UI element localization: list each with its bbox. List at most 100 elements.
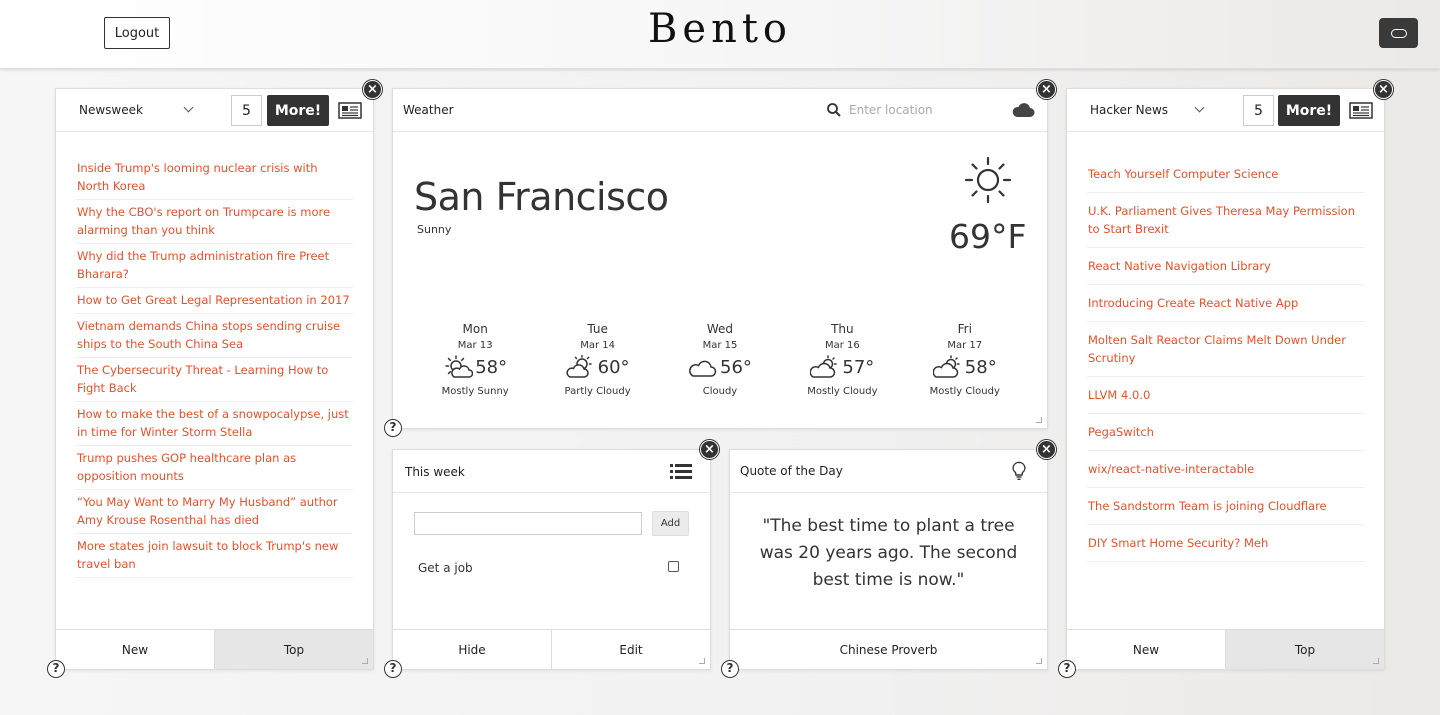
news-link[interactable]: How to Get Great Legal Representation in… xyxy=(76,288,353,314)
hide-button[interactable]: Hide xyxy=(393,630,551,669)
weather-widget: Weather San Francisco Sunny 69°F Mon Mar … xyxy=(392,88,1048,429)
todo-footer: Hide Edit xyxy=(393,629,710,669)
weather-title: Weather xyxy=(403,103,454,117)
news-list: Teach Yourself Computer Science U.K. Parl… xyxy=(1087,156,1364,562)
news-link[interactable]: LLVM 4.0.0 xyxy=(1087,377,1364,414)
tab-new[interactable]: New xyxy=(1067,630,1225,669)
news-link[interactable]: PegaSwitch xyxy=(1087,414,1364,451)
close-widget-button[interactable]: × xyxy=(700,440,719,459)
news-link[interactable]: wix/react-native-interactable xyxy=(1087,451,1364,488)
current-temperature: 69°F xyxy=(949,217,1027,256)
search-icon xyxy=(827,103,841,117)
forecast-temp: 60° xyxy=(597,356,630,378)
brand-logo: Bento xyxy=(648,6,792,52)
more-button[interactable]: More! xyxy=(267,95,329,126)
news-link[interactable]: Introducing Create React Native App xyxy=(1087,285,1364,322)
resize-handle[interactable] xyxy=(1373,658,1379,664)
chevron-down-icon xyxy=(1194,102,1205,113)
quote-title: Quote of the Day xyxy=(740,464,843,478)
news-link[interactable]: Vietnam demands China stops sending crui… xyxy=(76,314,353,358)
forecast-row: Mon Mar 13 58° Mostly Sunny Tue Mar 14 60° Part… xyxy=(414,322,1026,397)
list-icon[interactable] xyxy=(670,463,692,480)
news-link[interactable]: The Cybersecurity Threat - Learning How … xyxy=(76,358,353,402)
news-list: Inside Trump's looming nuclear crisis wi… xyxy=(76,156,353,578)
forecast-date: Mar 16 xyxy=(824,340,860,351)
news-footer-tabs: New Top xyxy=(1067,629,1384,669)
quote-footer: Chinese Proverb xyxy=(730,629,1047,669)
news-link[interactable]: More states join lawsuit to block Trump'… xyxy=(76,534,353,578)
todo-title: This week xyxy=(405,465,465,479)
help-icon[interactable]: ? xyxy=(721,660,739,678)
news-widget-left: Newsweek 5 More! Inside Trump's looming … xyxy=(55,88,374,670)
newspaper-icon[interactable] xyxy=(1349,102,1373,119)
news-link[interactable]: “You May Want to Marry My Husband” autho… xyxy=(76,490,353,534)
help-icon[interactable]: ? xyxy=(384,660,402,678)
news-link[interactable]: Why the CBO's report on Trumpcare is mor… xyxy=(76,200,353,244)
article-count-input[interactable]: 5 xyxy=(231,95,262,126)
cloud-icon[interactable] xyxy=(1011,101,1035,118)
resize-handle[interactable] xyxy=(699,658,705,664)
help-icon[interactable]: ? xyxy=(1058,660,1076,678)
article-count-input[interactable]: 5 xyxy=(1243,95,1274,126)
forecast-day-name: Tue xyxy=(587,322,608,336)
forecast-date: Mar 14 xyxy=(580,340,615,351)
forecast-condition: Mostly Sunny xyxy=(441,386,509,397)
close-widget-button[interactable]: × xyxy=(1374,80,1393,99)
news-link[interactable]: Molten Salt Reactor Claims Melt Down Und… xyxy=(1087,322,1364,377)
more-button[interactable]: More! xyxy=(1278,95,1340,126)
quote-author: Chinese Proverb xyxy=(730,630,1047,669)
weather-condition: Sunny xyxy=(417,223,452,236)
lightbulb-icon[interactable] xyxy=(1011,461,1027,481)
todo-item-text: Get a job xyxy=(418,561,473,575)
forecast-temp-row: 60° xyxy=(536,354,658,380)
close-widget-button[interactable]: × xyxy=(1037,440,1056,459)
news-link[interactable]: The Sandstorm Team is joining Cloudflare xyxy=(1087,488,1364,525)
tab-new[interactable]: New xyxy=(56,630,214,669)
todo-item-checkbox[interactable] xyxy=(668,561,679,572)
newspaper-icon[interactable] xyxy=(338,102,362,119)
resize-handle[interactable] xyxy=(1036,417,1042,423)
resize-handle[interactable] xyxy=(362,658,368,664)
news-source-select[interactable]: Hacker News xyxy=(1079,95,1215,125)
edit-button[interactable]: Edit xyxy=(551,630,710,669)
quote-text: "The best time to plant a tree was 20 ye… xyxy=(759,516,1018,590)
help-icon[interactable]: ? xyxy=(47,660,65,678)
tab-top[interactable]: Top xyxy=(1225,630,1384,669)
help-icon[interactable]: ? xyxy=(384,419,402,437)
todo-input[interactable] xyxy=(414,512,642,535)
forecast-temp-row: 58° xyxy=(904,354,1026,380)
top-bar: Logout Bento xyxy=(0,0,1440,69)
weather-header: Weather xyxy=(393,89,1047,132)
news-link[interactable]: Trump pushes GOP healthcare plan as oppo… xyxy=(76,446,353,490)
news-source-select[interactable]: Newsweek xyxy=(68,95,204,125)
forecast-day: Tue Mar 14 60° Partly Cloudy xyxy=(536,322,658,397)
news-link[interactable]: Inside Trump's looming nuclear crisis wi… xyxy=(76,156,353,200)
location-input[interactable] xyxy=(849,100,999,120)
forecast-condition: Mostly Cloudy xyxy=(929,386,1000,397)
forecast-temp-row: 57° xyxy=(781,354,903,380)
forecast-day-name: Fri xyxy=(957,322,972,336)
close-widget-button[interactable]: × xyxy=(363,80,382,99)
tab-top[interactable]: Top xyxy=(214,630,373,669)
news-source-value: Hacker News xyxy=(1090,103,1169,117)
news-link[interactable]: Why did the Trump administration fire Pr… xyxy=(76,244,353,288)
news-link[interactable]: How to make the best of a snowpocalypse,… xyxy=(76,402,353,446)
close-widget-button[interactable]: × xyxy=(1037,80,1056,99)
news-link[interactable]: Teach Yourself Computer Science xyxy=(1087,156,1364,193)
news-source-value: Newsweek xyxy=(79,103,143,117)
resize-handle[interactable] xyxy=(1036,658,1042,664)
forecast-day: Thu Mar 16 57° Mostly Cloudy xyxy=(781,322,903,397)
forecast-temp: 57° xyxy=(842,356,875,378)
forecast-date: Mar 15 xyxy=(702,340,738,351)
news-link[interactable]: DIY Smart Home Security? Meh xyxy=(1087,525,1364,562)
news-link[interactable]: U.K. Parliament Gives Theresa May Permis… xyxy=(1087,193,1364,248)
theme-toggle-button[interactable] xyxy=(1379,18,1418,48)
news-link[interactable]: React Native Navigation Library xyxy=(1087,248,1364,285)
add-todo-button[interactable]: Add xyxy=(652,511,689,536)
cloudy-icon xyxy=(689,360,717,377)
forecast-date: Mar 17 xyxy=(947,340,983,351)
todo-widget: This week Add Get a job Hide Edit xyxy=(392,449,711,670)
weather-city: San Francisco xyxy=(414,175,669,219)
mostly-cloudy-icon xyxy=(932,355,960,378)
toggle-icon xyxy=(1390,28,1407,38)
